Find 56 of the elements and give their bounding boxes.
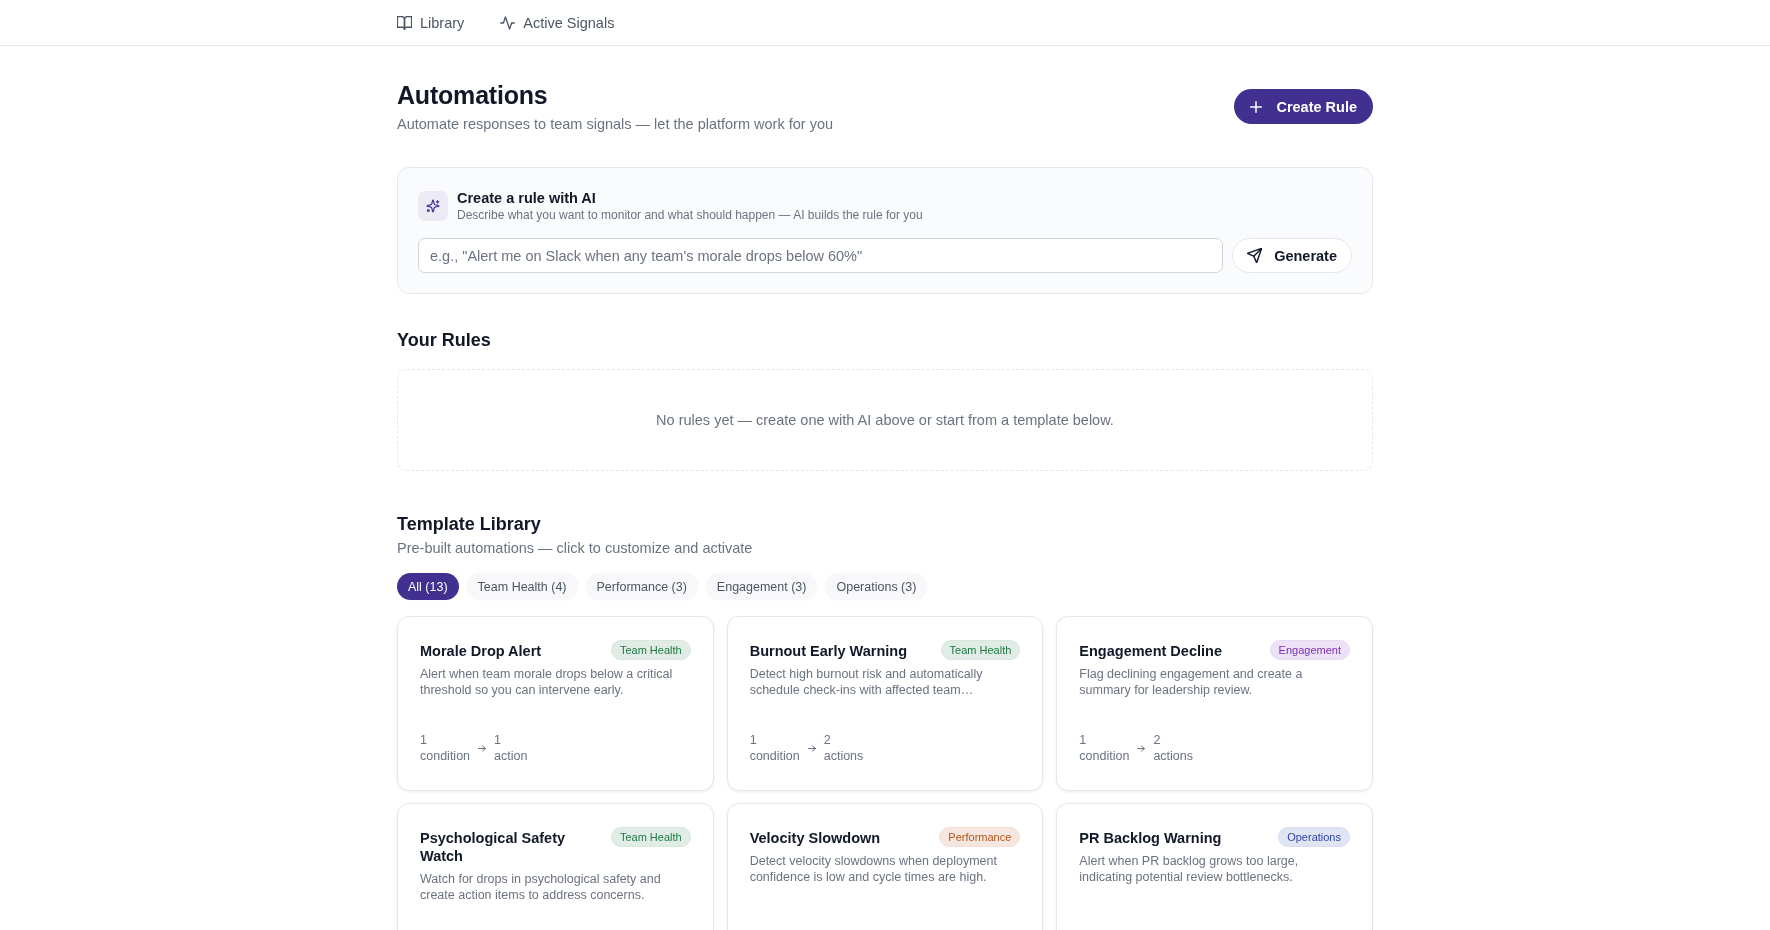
template-title: Engagement Decline [1079, 642, 1222, 660]
template-description: Flag declining engagement and create a summary for leadership review. [1079, 666, 1304, 698]
template-title: Velocity Slowdown [749, 829, 881, 847]
template-card[interactable]: Burnout Early Warning Team Health Detect high burnout risk and automatically schedule check-ins with affected team… 1 condition 2 actions [726, 616, 1044, 791]
template-card[interactable]: Morale Drop Alert Team Health Alert when team morale drops below a critical threshold so you can intervene early. 1 condition 1 action [397, 616, 714, 791]
condition-count: 1 condition [749, 732, 800, 764]
create-rule-button[interactable]: Create Rule [1234, 89, 1373, 124]
template-description: Detect high burnout risk and automatically schedule check-ins with affected team… [749, 666, 984, 698]
empty-state-message: No rules yet — create one with AI above or start from a template below. [656, 412, 1114, 428]
nav-link[interactable]: Active Signals [492, 8, 623, 37]
category-tag: Team Health [940, 640, 1021, 660]
pulse-icon [500, 15, 516, 30]
arrow-right-icon [807, 744, 816, 752]
category-tag: Performance [939, 827, 1021, 847]
filter-chip[interactable]: Team Health (4) [466, 573, 578, 600]
template-title: Morale Drop Alert [420, 642, 542, 660]
rule-prompt-field[interactable]: e.g., "Alert me on Slack when any team's morale drops below 60%" [418, 238, 1224, 273]
section-subtitle: Pre-built automations — click to customize and activate [397, 539, 754, 558]
template-title: PR Backlog Warning [1079, 829, 1222, 847]
book-icon [397, 15, 412, 30]
send-icon [1247, 248, 1263, 263]
template-title: Psychological Safety Watch [420, 829, 567, 865]
section-title: Template Library [397, 513, 542, 536]
condition-count: 1 condition [1079, 732, 1130, 764]
action-count: 2 actions [1153, 732, 1193, 764]
page-title: Automations [397, 80, 549, 111]
sparkle-icon [418, 191, 448, 221]
template-card[interactable]: Psychological Safety Watch Team Health Watch for drops in psychological safety and create action items to address concerns. [397, 803, 714, 930]
template-description: Detect velocity slowdowns when deployment confidence is low and cycle times are high. [749, 853, 998, 885]
filter-chip[interactable]: All (13) [397, 573, 459, 600]
section-title: Your Rules [397, 329, 492, 352]
nav-link[interactable]: Library [389, 8, 473, 37]
template-description: Alert when team morale drops below a critical threshold so you can intervene early. [420, 666, 674, 698]
template-title: Burnout Early Warning [749, 642, 907, 660]
category-tag: Operations [1278, 827, 1350, 847]
action-count: 1 action [494, 732, 528, 764]
condition-count: 1 condition [420, 732, 471, 764]
category-tag: Team Health [610, 640, 691, 660]
category-tag: Engagement [1269, 640, 1350, 660]
filter-chip[interactable]: Performance (3) [585, 573, 698, 600]
filter-chip[interactable]: Operations (3) [825, 573, 928, 600]
ai-card-description: Describe what you want to monitor and what should happen — AI builds the rule for you [457, 207, 923, 223]
plus-icon [1250, 100, 1263, 113]
action-count: 2 actions [823, 732, 864, 764]
template-description: Alert when PR backlog grows too large, indicating potential review bottlenecks. [1079, 853, 1300, 885]
arrow-right-icon [478, 744, 487, 752]
template-card[interactable]: Velocity Slowdown Performance Detect velocity slowdowns when deployment confidence is low and cycle times are high. [726, 803, 1044, 930]
generate-button[interactable]: Generate [1232, 238, 1352, 273]
category-tag: Team Health [610, 827, 691, 847]
template-card[interactable]: PR Backlog Warning Operations Alert when PR backlog grows too large, indicating potential review bottlenecks. [1056, 803, 1373, 930]
ai-card-title: Create a rule with AI [457, 189, 597, 207]
arrow-right-icon [1137, 744, 1146, 752]
page-subtitle: Automate responses to team signals — let the platform work for you [397, 115, 833, 134]
template-description: Watch for drops in psychological safety and create action items to address concerns. [420, 871, 662, 903]
template-card[interactable]: Engagement Decline Engagement Flag declining engagement and create a summary for leadership review. 1 condition 2 actions [1056, 616, 1373, 791]
filter-chip[interactable]: Engagement (3) [705, 573, 818, 600]
